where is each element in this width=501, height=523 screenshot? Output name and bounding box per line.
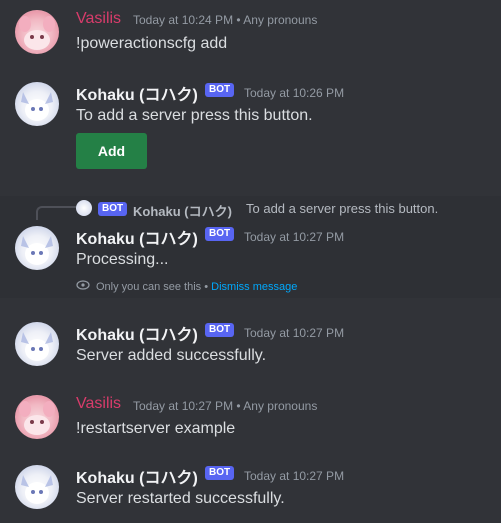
message-content: !poweractionscfg add [76,35,228,52]
author-name[interactable]: Kohaku (コハク) [76,225,198,249]
reply-author-name[interactable]: Kohaku (コハク) [133,201,232,220]
timestamp: Today at 10:24 PM • Any pronouns [133,13,318,27]
author-name[interactable]: Kohaku (コハク) [76,81,198,105]
reply-avatar[interactable] [76,200,92,216]
dismiss-message-link[interactable]: Dismiss message [211,281,297,293]
message-content: Server added successfully. [76,347,267,364]
timestamp: Today at 10:27 PM [244,326,345,340]
message-content: !restartserver example [76,420,236,437]
bot-badge: BOT [205,323,235,337]
message-content: To add a server press this button. [76,107,313,124]
bot-badge: BOT [205,83,235,97]
author-name[interactable]: Kohaku (コハク) [76,464,198,488]
timestamp: Today at 10:27 PM [244,230,345,244]
avatar-kohaku[interactable] [15,82,59,126]
timestamp: Today at 10:26 PM [244,86,345,100]
add-button[interactable]: Add [76,133,147,169]
eye-icon [76,280,90,293]
reply-preview[interactable]: To add a server press this button. [246,201,438,216]
message-content: Server restarted successfully. [76,490,285,507]
bot-badge: BOT [205,466,235,480]
author-name[interactable]: Vasilis [76,395,121,413]
timestamp: Today at 10:27 PM • Any pronouns [133,399,318,413]
author-name[interactable]: Vasilis [76,10,121,28]
message-content: Processing... [76,251,169,268]
reply-bot-badge: BOT [98,202,128,216]
author-name[interactable]: Kohaku (コハク) [76,321,198,345]
avatar-vasilis[interactable] [15,395,59,439]
avatar-vasilis[interactable] [15,10,59,54]
avatar-kohaku[interactable] [15,465,59,509]
avatar-kohaku[interactable] [15,322,59,366]
ephemeral-text: Only you can see this [96,280,202,293]
timestamp: Today at 10:27 PM [244,469,345,483]
avatar-kohaku[interactable] [15,226,59,270]
reply-connector [36,206,76,220]
bot-badge: BOT [205,227,235,241]
ephemeral-notice: Only you can see this • Dismiss message [76,280,297,293]
